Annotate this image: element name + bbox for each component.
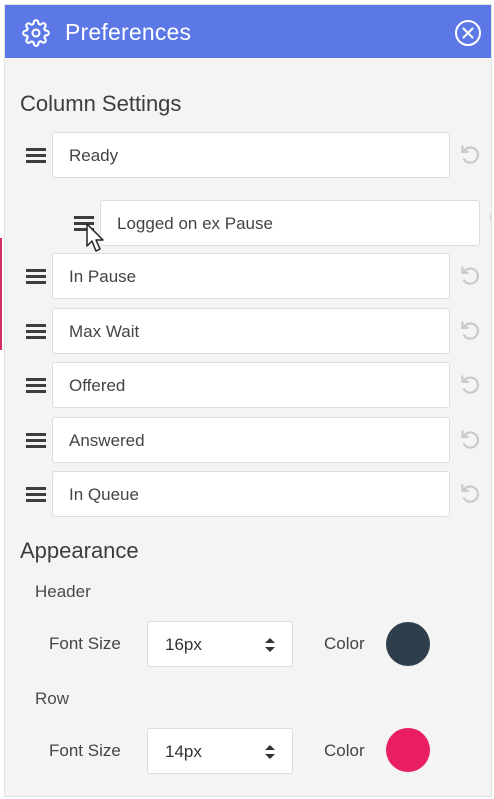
column-row: In Pause (5, 253, 491, 301)
drag-handle-icon[interactable] (25, 428, 47, 452)
column-name-field[interactable]: Offered (52, 362, 450, 408)
cursor-pointer-icon (86, 223, 104, 252)
panel-title: Preferences (65, 19, 192, 45)
row-subtitle: Row (35, 689, 70, 708)
panel-header: Preferences (5, 5, 491, 58)
header-color-swatch[interactable] (386, 622, 430, 666)
row-color-swatch[interactable] (386, 728, 430, 772)
column-row: Answered (5, 417, 491, 465)
column-row-dragging: Logged on ex Pause (5, 200, 492, 252)
reset-icon[interactable] (457, 318, 483, 344)
column-name-field[interactable]: In Queue (52, 471, 450, 517)
column-row: In Queue (5, 471, 491, 519)
select-arrows-icon (265, 638, 275, 652)
reset-icon[interactable] (457, 263, 483, 289)
row-font-size-label: Font Size (49, 741, 121, 760)
drag-handle-icon[interactable] (25, 143, 47, 167)
header-font-size-value: 16px (165, 635, 202, 654)
header-font-size-label: Font Size (49, 634, 121, 653)
column-settings-title: Column Settings (20, 91, 182, 116)
gear-icon (22, 19, 50, 47)
column-name-field[interactable]: Logged on ex Pause (100, 200, 480, 246)
row-font-size-value: 14px (165, 742, 202, 761)
drag-handle-icon[interactable] (25, 264, 47, 288)
column-name-field[interactable]: Ready (52, 132, 450, 178)
reset-icon[interactable] (457, 372, 483, 398)
drag-handle-icon[interactable] (25, 373, 47, 397)
column-row: Max Wait (5, 308, 491, 356)
reset-icon[interactable] (457, 481, 483, 507)
column-name-field[interactable]: In Pause (52, 253, 450, 299)
column-row: Offered (5, 362, 491, 410)
preferences-panel: Preferences Column Settings Ready Logged… (4, 4, 492, 797)
select-arrows-icon (265, 745, 275, 759)
header-font-size-select[interactable]: 16px (147, 621, 293, 667)
left-edge-accent (0, 238, 2, 350)
row-font-size-select[interactable]: 14px (147, 728, 293, 774)
reset-icon[interactable] (486, 210, 492, 236)
header-subtitle: Header (35, 582, 91, 601)
reset-icon[interactable] (457, 142, 483, 168)
column-name-field[interactable]: Answered (52, 417, 450, 463)
drag-handle-icon[interactable] (25, 482, 47, 506)
close-circle-icon[interactable] (453, 18, 483, 48)
column-row: Ready (5, 132, 491, 180)
header-color-label: Color (324, 634, 365, 653)
appearance-title: Appearance (20, 538, 139, 563)
column-name-field[interactable]: Max Wait (52, 308, 450, 354)
reset-icon[interactable] (457, 427, 483, 453)
row-color-label: Color (324, 741, 365, 760)
drag-handle-icon[interactable] (25, 319, 47, 343)
